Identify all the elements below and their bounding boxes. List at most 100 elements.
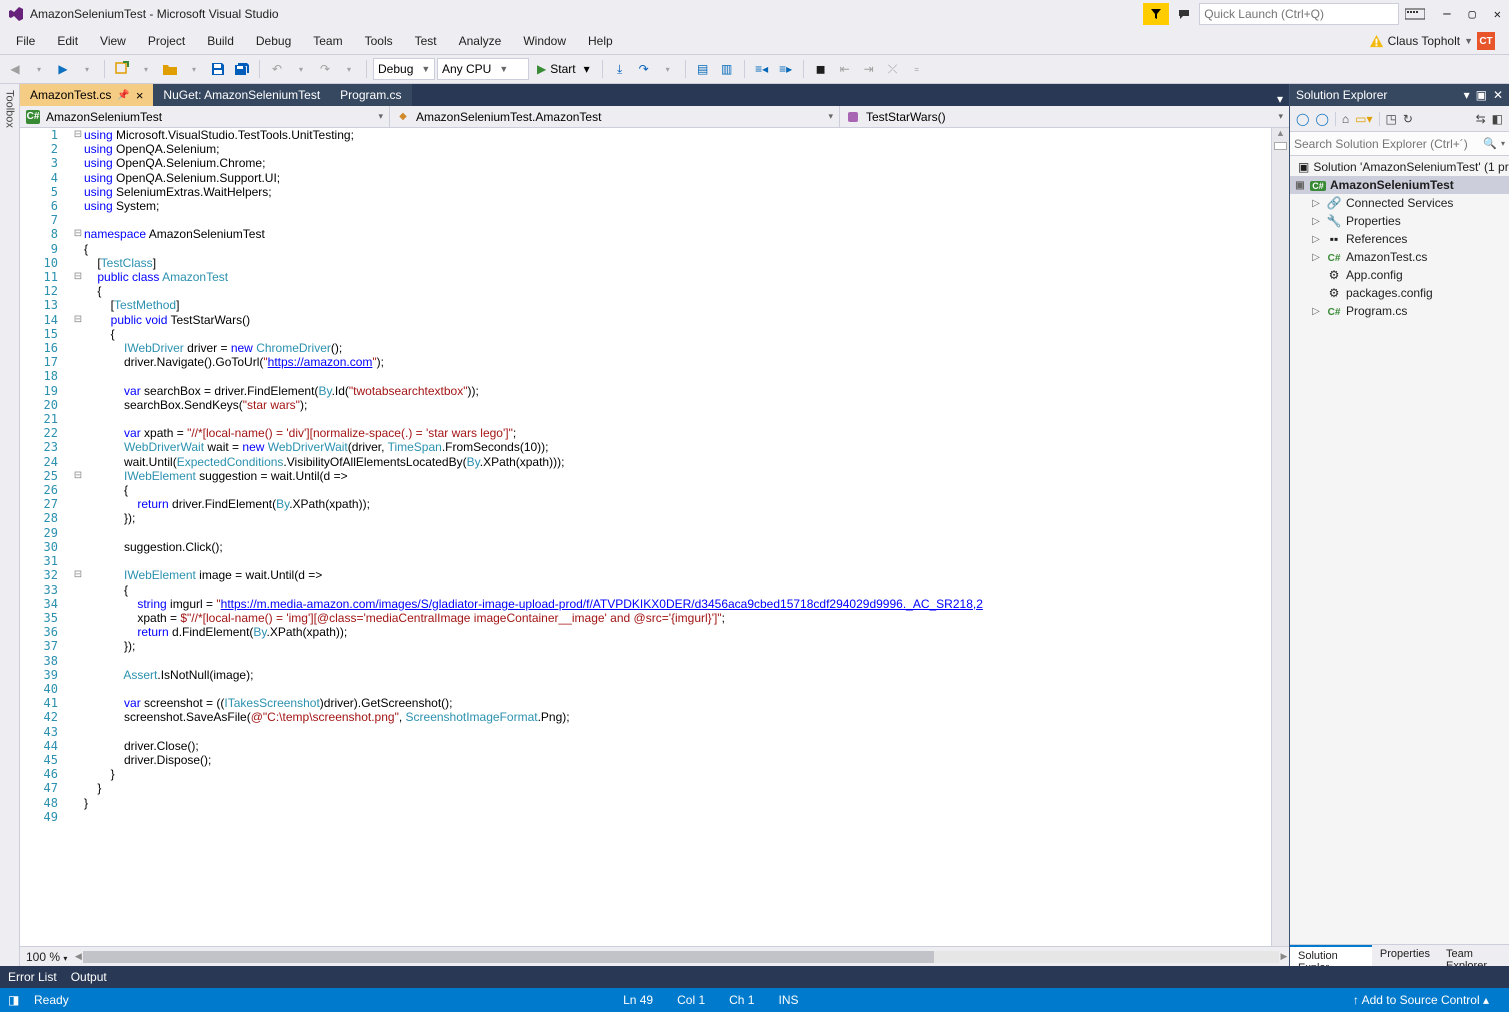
undo-dropdown[interactable]: ▾ bbox=[290, 58, 312, 80]
save-all-button[interactable] bbox=[231, 58, 253, 80]
pin-icon[interactable]: 📌 bbox=[117, 90, 129, 101]
new-project-dropdown[interactable]: ▾ bbox=[135, 58, 157, 80]
code-text[interactable]: public void TestStarWars() bbox=[84, 313, 250, 327]
open-file-button[interactable] bbox=[159, 58, 181, 80]
redo-dropdown[interactable]: ▾ bbox=[338, 58, 360, 80]
code-text[interactable]: }); bbox=[84, 639, 135, 653]
new-project-button[interactable] bbox=[111, 58, 133, 80]
code-text[interactable]: { bbox=[84, 483, 128, 497]
se-showall-button[interactable]: ◳ bbox=[1386, 112, 1397, 126]
code-text[interactable]: public class AmazonTest bbox=[84, 270, 228, 284]
next-bookmark-button[interactable]: ⇥ bbox=[858, 58, 880, 80]
menu-test[interactable]: Test bbox=[405, 31, 447, 51]
code-text[interactable]: driver.Close(); bbox=[84, 739, 199, 753]
nav-back-dropdown[interactable]: ▾ bbox=[28, 58, 50, 80]
code-text[interactable]: } bbox=[84, 796, 88, 810]
menu-window[interactable]: Window bbox=[513, 31, 576, 51]
code-text[interactable]: { bbox=[84, 583, 128, 597]
fold-toggle[interactable]: ⊟ bbox=[72, 270, 84, 284]
code-text[interactable]: using Microsoft.VisualStudio.TestTools.U… bbox=[84, 128, 354, 142]
indent-button[interactable]: ≡▸ bbox=[775, 58, 797, 80]
panel-tab[interactable]: Team Explorer bbox=[1438, 945, 1509, 966]
toolbar-overflow[interactable]: = bbox=[906, 58, 928, 80]
code-text[interactable]: return driver.FindElement(By.XPath(xpath… bbox=[84, 497, 370, 511]
minimize-button[interactable]: ─ bbox=[1443, 7, 1450, 21]
bookmark-button[interactable]: ◼ bbox=[810, 58, 832, 80]
uncomment-button[interactable]: ▥ bbox=[716, 58, 738, 80]
tree-row[interactable]: ▷C#Program.cs bbox=[1290, 302, 1509, 320]
notification-icon[interactable] bbox=[1369, 34, 1384, 49]
menu-tools[interactable]: Tools bbox=[355, 31, 403, 51]
menu-help[interactable]: Help bbox=[578, 31, 623, 51]
code-text[interactable]: var xpath = "//*[local-name() = 'div'][n… bbox=[84, 426, 516, 440]
split-button[interactable] bbox=[1274, 142, 1287, 150]
comment-button[interactable]: ▤ bbox=[692, 58, 714, 80]
tree-row[interactable]: ▷C#AmazonTest.cs bbox=[1290, 248, 1509, 266]
code-text[interactable]: using OpenQA.Selenium; bbox=[84, 142, 219, 156]
fold-toggle[interactable]: ⊟ bbox=[72, 568, 84, 582]
code-text[interactable]: driver.Dispose(); bbox=[84, 753, 211, 767]
nav-back-button[interactable]: ◀ bbox=[4, 58, 26, 80]
menu-view[interactable]: View bbox=[90, 31, 136, 51]
code-text[interactable]: [TestClass] bbox=[84, 256, 156, 270]
code-editor[interactable]: 1⊟using Microsoft.VisualStudio.TestTools… bbox=[20, 128, 1271, 946]
close-button[interactable]: ✕ bbox=[1494, 7, 1501, 21]
fold-toggle[interactable]: ⊟ bbox=[72, 469, 84, 483]
tree-row[interactable]: ▣Solution 'AmazonSeleniumTest' (1 projec… bbox=[1290, 158, 1509, 176]
nav-project-combo[interactable]: C# AmazonSeleniumTest ▾ bbox=[20, 106, 390, 127]
undo-button[interactable]: ↶ bbox=[266, 58, 288, 80]
quick-launch-input[interactable] bbox=[1199, 3, 1399, 25]
start-debug-button[interactable]: ▶Start▾ bbox=[531, 58, 596, 80]
filter-button[interactable] bbox=[1143, 3, 1169, 25]
panel-tab[interactable]: Solution Explor… bbox=[1290, 945, 1372, 966]
feedback-button[interactable] bbox=[1173, 3, 1195, 25]
tree-twisty[interactable]: ▷ bbox=[1310, 216, 1322, 227]
panel-pin-button[interactable]: ▣ bbox=[1476, 88, 1487, 102]
code-text[interactable]: { bbox=[84, 284, 101, 298]
tool-window-tab[interactable]: Output bbox=[71, 970, 107, 984]
tree-row[interactable]: ▷▪▪References bbox=[1290, 230, 1509, 248]
tree-twisty[interactable]: ▷ bbox=[1310, 234, 1322, 245]
redo-button[interactable]: ↷ bbox=[314, 58, 336, 80]
code-text[interactable]: { bbox=[84, 242, 88, 256]
tree-twisty[interactable]: ▷ bbox=[1310, 198, 1322, 209]
code-text[interactable]: using System; bbox=[84, 199, 159, 213]
maximize-button[interactable]: ▢ bbox=[1469, 7, 1476, 21]
tree-twisty[interactable]: ▷ bbox=[1310, 252, 1322, 263]
tabs-overflow-button[interactable]: ▾ bbox=[1271, 92, 1289, 106]
tree-row[interactable]: ▷🔗Connected Services bbox=[1290, 194, 1509, 212]
add-source-control-button[interactable]: ↑ Add to Source Control ▴ bbox=[1341, 993, 1501, 1007]
close-tab-button[interactable]: × bbox=[136, 88, 144, 103]
code-text[interactable]: using OpenQA.Selenium.Chrome; bbox=[84, 156, 265, 170]
tree-twisty[interactable]: ▷ bbox=[1310, 306, 1322, 317]
doc-tab[interactable]: Program.cs bbox=[330, 84, 411, 106]
code-text[interactable]: using SeleniumExtras.WaitHelpers; bbox=[84, 185, 272, 199]
code-text[interactable]: { bbox=[84, 327, 115, 341]
se-sync-button[interactable]: ▭▾ bbox=[1355, 112, 1372, 126]
zoom-combo[interactable]: 100 % ▾ bbox=[20, 950, 73, 964]
code-text[interactable]: Assert.IsNotNull(image); bbox=[84, 668, 253, 682]
toolbox-tab[interactable]: Toolbox bbox=[0, 84, 20, 966]
step-over-button[interactable]: ↷ bbox=[633, 58, 655, 80]
menu-team[interactable]: Team bbox=[303, 31, 352, 51]
code-text[interactable]: suggestion.Click(); bbox=[84, 540, 223, 554]
code-text[interactable]: searchBox.SendKeys("star wars"); bbox=[84, 398, 307, 412]
solution-explorer-search[interactable]: 🔍 ▾ bbox=[1290, 132, 1509, 156]
save-button[interactable] bbox=[207, 58, 229, 80]
menu-analyze[interactable]: Analyze bbox=[449, 31, 512, 51]
code-text[interactable]: } bbox=[84, 767, 115, 781]
open-file-dropdown[interactable]: ▾ bbox=[183, 58, 205, 80]
fold-toggle[interactable]: ⊟ bbox=[72, 227, 84, 241]
nav-forward-button[interactable]: ▶ bbox=[52, 58, 74, 80]
menu-build[interactable]: Build bbox=[197, 31, 244, 51]
code-text[interactable]: using OpenQA.Selenium.Support.UI; bbox=[84, 171, 280, 185]
code-text[interactable]: IWebDriver driver = new ChromeDriver(); bbox=[84, 341, 342, 355]
code-text[interactable]: IWebElement image = wait.Until(d => bbox=[84, 568, 322, 582]
user-badge[interactable]: CT bbox=[1477, 32, 1495, 50]
doc-tab[interactable]: AmazonTest.cs📌× bbox=[20, 84, 153, 106]
user-name[interactable]: Claus Topholt bbox=[1388, 34, 1461, 48]
vertical-scrollbar[interactable]: ▲ bbox=[1271, 128, 1289, 946]
solution-tree[interactable]: ▣Solution 'AmazonSeleniumTest' (1 projec… bbox=[1290, 156, 1509, 944]
se-back-button[interactable]: ◯ bbox=[1296, 112, 1309, 126]
code-text[interactable]: xpath = $"//*[local-name() = 'img'][@cla… bbox=[84, 611, 725, 625]
